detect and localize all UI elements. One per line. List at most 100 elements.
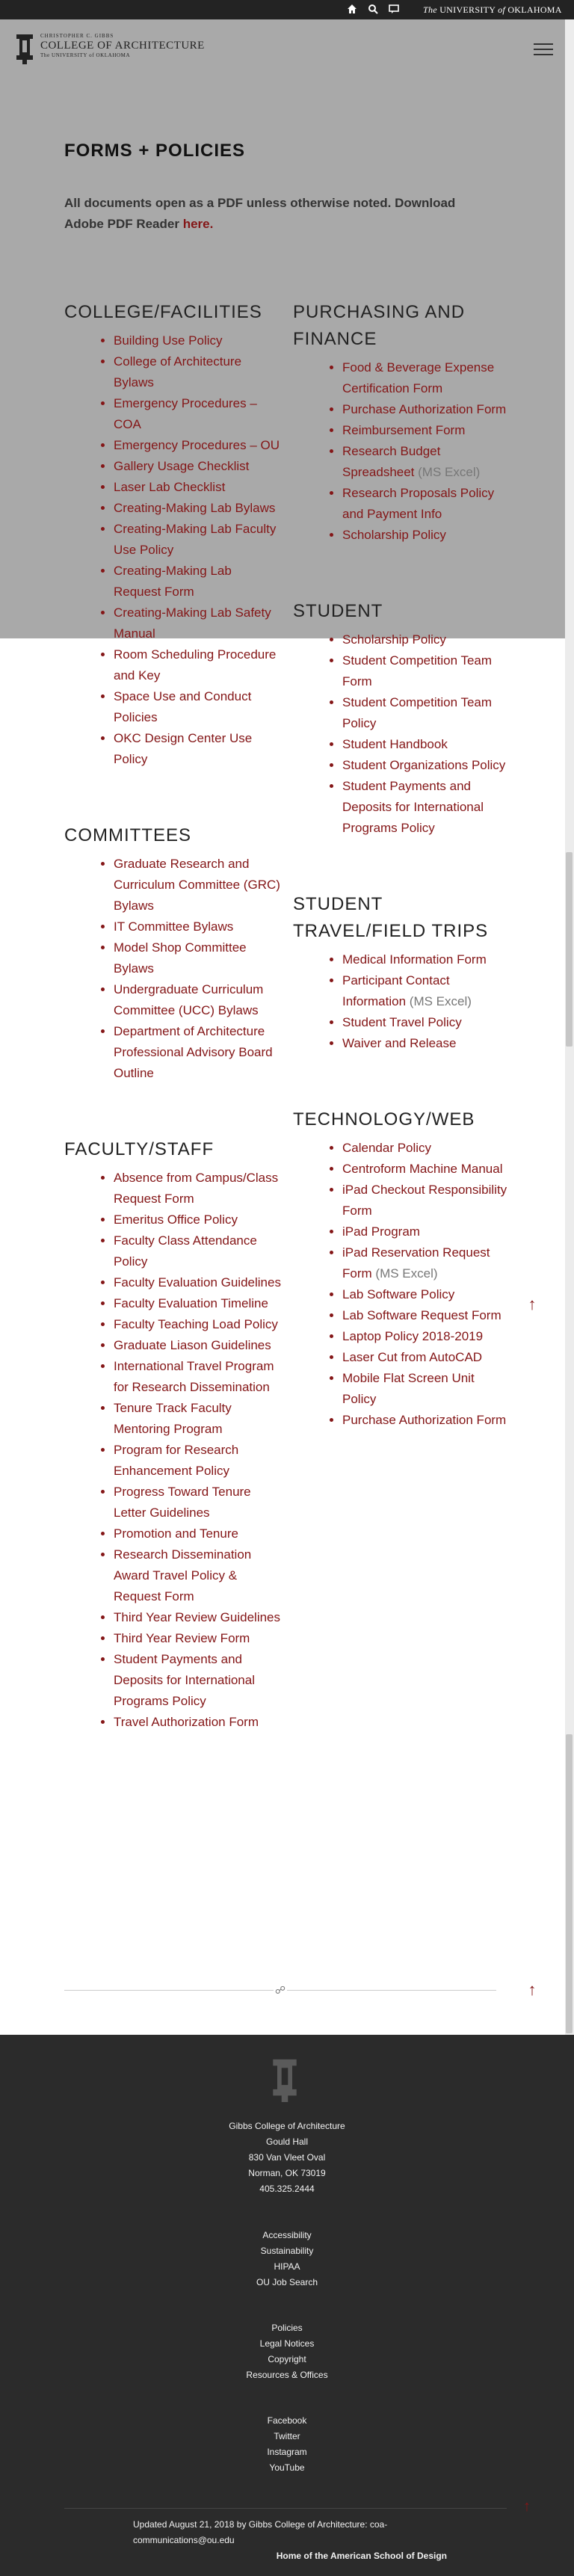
document-link[interactable]: Lab Software Policy [342, 1287, 454, 1301]
document-link[interactable]: Scholarship Policy [342, 528, 446, 542]
document-link[interactable]: Lab Software Request Form [342, 1308, 502, 1322]
document-link[interactable]: Centroform Machine Manual [342, 1162, 502, 1176]
document-link[interactable]: Tenure Track Faculty Mentoring Program [114, 1401, 232, 1436]
document-link[interactable]: Promotion and Tenure [114, 1526, 238, 1541]
document-link[interactable]: Faculty Teaching Load Policy [114, 1317, 278, 1331]
list-item: Faculty Teaching Load Policy [114, 1314, 281, 1335]
document-link[interactable]: Student Travel Policy [342, 1015, 462, 1029]
document-link[interactable]: Absence from Campus/Class Request Form [114, 1171, 278, 1206]
document-link[interactable]: Graduate Research and Curriculum Committ… [114, 857, 280, 913]
document-link[interactable]: Space Use and Conduct Policies [114, 689, 251, 724]
ou-seal-icon [266, 2057, 303, 2102]
list-item: Centroform Machine Manual [342, 1159, 510, 1180]
back-to-top-icon[interactable]: ↑ [522, 1982, 542, 1998]
footer-link[interactable]: Accessibility [0, 2228, 574, 2243]
section-student-travel: STUDENT TRAVEL/FIELD TRIPS Medical Infor… [293, 891, 510, 1054]
list-item: Promotion and Tenure [114, 1523, 281, 1544]
document-link[interactable]: iPad Program [342, 1224, 420, 1239]
document-link[interactable]: Laser Lab Checklist [114, 480, 225, 494]
list-item: Medical Information Form [342, 949, 510, 970]
document-link[interactable]: Third Year Review Guidelines [114, 1610, 280, 1624]
document-link[interactable]: International Travel Program for Researc… [114, 1359, 274, 1394]
list-item: Reimbursement Form [342, 420, 510, 441]
document-link[interactable]: Program for Research Enhancement Policy [114, 1443, 238, 1478]
document-link[interactable]: Creating-Making Lab Faculty Use Policy [114, 522, 276, 557]
document-link[interactable]: Faculty Evaluation Timeline [114, 1296, 268, 1310]
document-link[interactable]: Model Shop Committee Bylaws [114, 940, 247, 976]
section-heading: PURCHASING AND FINANCE [293, 302, 466, 349]
menu-icon[interactable] [534, 43, 553, 57]
footer-link[interactable]: Twitter [0, 2429, 574, 2444]
document-link[interactable]: Progress Toward Tenure Letter Guidelines [114, 1485, 251, 1520]
search-icon[interactable] [367, 4, 379, 16]
pdf-reader-link[interactable]: here. [183, 217, 214, 231]
document-link[interactable]: Calendar Policy [342, 1141, 431, 1155]
list-item: Student Travel Policy [342, 1012, 510, 1033]
list-item: Progress Toward Tenure Letter Guidelines [114, 1482, 281, 1523]
document-link[interactable]: Student Payments and Deposits for Intern… [342, 779, 484, 835]
footer-link[interactable]: YouTube [0, 2460, 574, 2476]
document-link[interactable]: Emergency Procedures – COA [114, 396, 257, 431]
home-icon[interactable] [346, 4, 358, 16]
document-link[interactable]: Creating-Making Lab Bylaws [114, 501, 275, 515]
document-link[interactable]: Scholarship Policy [342, 632, 446, 647]
scrollbar-thumb-1[interactable] [566, 852, 573, 1047]
footer-back-to-top-icon[interactable]: ↑ [523, 2498, 531, 2515]
university-link[interactable]: The UNIVERSITY of OKLAHOMA [423, 4, 562, 16]
document-link[interactable]: Third Year Review Form [114, 1631, 250, 1645]
document-link[interactable]: Waiver and Release [342, 1036, 456, 1050]
document-link[interactable]: Creating-Making Lab Request Form [114, 564, 232, 599]
document-link[interactable]: Purchase Authorization Form [342, 402, 506, 416]
document-link[interactable]: Gallery Usage Checklist [114, 459, 249, 473]
list-item: Department of Architecture Professional … [114, 1021, 281, 1084]
document-link[interactable]: Purchase Authorization Form [342, 1413, 506, 1427]
document-link[interactable]: IT Committee Bylaws [114, 919, 233, 934]
footer-link[interactable]: Legal Notices [0, 2336, 574, 2352]
document-link[interactable]: Graduate Liason Guidelines [114, 1338, 271, 1352]
ou-logo-icon[interactable] [12, 33, 37, 64]
footer-link[interactable]: HIPAA [0, 2259, 574, 2275]
document-link[interactable]: College of Architecture Bylaws [114, 354, 241, 389]
document-link[interactable]: Student Handbook [342, 737, 448, 751]
document-link[interactable]: Student Competition Team Form [342, 653, 492, 688]
document-link[interactable]: Room Scheduling Procedure and Key [114, 647, 276, 682]
document-link[interactable]: Student Competition Team Policy [342, 695, 492, 730]
document-link[interactable]: Mobile Flat Screen Unit Policy [342, 1371, 475, 1406]
document-link[interactable]: Emeritus Office Policy [114, 1212, 238, 1227]
document-link[interactable]: iPad Checkout Responsibility Form [342, 1183, 507, 1218]
document-link[interactable]: Faculty Evaluation Guidelines [114, 1275, 281, 1289]
document-link[interactable]: Reimbursement Form [342, 423, 465, 437]
footer-link[interactable]: Copyright [0, 2352, 574, 2367]
list-item: Student Handbook [342, 734, 510, 755]
document-link[interactable]: Building Use Policy [114, 333, 223, 348]
document-link[interactable]: Student Organizations Policy [342, 758, 505, 772]
chat-icon[interactable] [388, 4, 400, 16]
footer-link[interactable]: Resources & Offices [0, 2367, 574, 2383]
footer-link[interactable]: Policies [0, 2320, 574, 2336]
list-item: Lab Software Request Form [342, 1305, 510, 1326]
document-link[interactable]: OKC Design Center Use Policy [114, 731, 252, 766]
back-to-top-icon[interactable]: ↑ [522, 1296, 542, 1313]
document-link[interactable]: Laptop Policy 2018-2019 [342, 1329, 483, 1343]
scrollbar-thumb-2[interactable] [566, 1734, 573, 2033]
document-link[interactable]: Food & Beverage Expense Certification Fo… [342, 360, 494, 395]
footer-link[interactable]: Instagram [0, 2444, 574, 2460]
document-link[interactable]: Emergency Procedures – OU [114, 438, 280, 452]
footer-link[interactable]: Facebook [0, 2413, 574, 2429]
document-link[interactable]: Department of Architecture Professional … [114, 1024, 273, 1080]
document-link[interactable]: Research Proposals Policy and Payment In… [342, 486, 494, 521]
document-link[interactable]: Laser Cut from AutoCAD [342, 1350, 482, 1364]
college-logo-text[interactable]: CHRISTOPHER C. GIBBS COLLEGE OF ARCHITEC… [40, 33, 205, 58]
logo-line-3: The UNIVERSITY of OKLAHOMA [40, 52, 131, 58]
document-link[interactable]: Research Dissemination Award Travel Poli… [114, 1547, 251, 1603]
document-link[interactable]: Student Payments and Deposits for Intern… [114, 1652, 255, 1708]
document-link[interactable]: Faculty Class Attendance Policy [114, 1233, 257, 1269]
section-purchasing-finance: PURCHASING AND FINANCE Food & Beverage E… [293, 299, 510, 546]
footer-link[interactable]: OU Job Search [0, 2275, 574, 2290]
footer-link[interactable]: Sustainability [0, 2243, 574, 2259]
list-item: Creating-Making Lab Faculty Use Policy [114, 519, 281, 561]
document-link[interactable]: Creating-Making Lab Safety Manual [114, 606, 271, 641]
document-link[interactable]: Travel Authorization Form [114, 1715, 259, 1729]
document-link[interactable]: Undergraduate Curriculum Committee (UCC)… [114, 982, 263, 1017]
document-link[interactable]: Medical Information Form [342, 952, 487, 967]
